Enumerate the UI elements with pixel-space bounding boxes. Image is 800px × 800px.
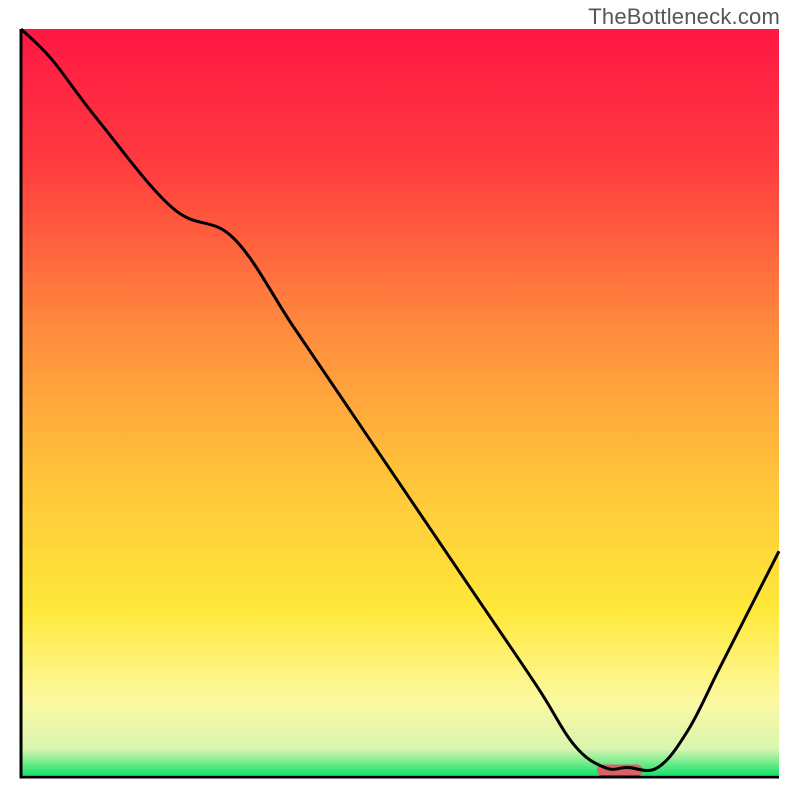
gradient-background bbox=[21, 29, 779, 775]
chart-frame bbox=[19, 27, 781, 781]
chart-svg bbox=[19, 27, 781, 781]
